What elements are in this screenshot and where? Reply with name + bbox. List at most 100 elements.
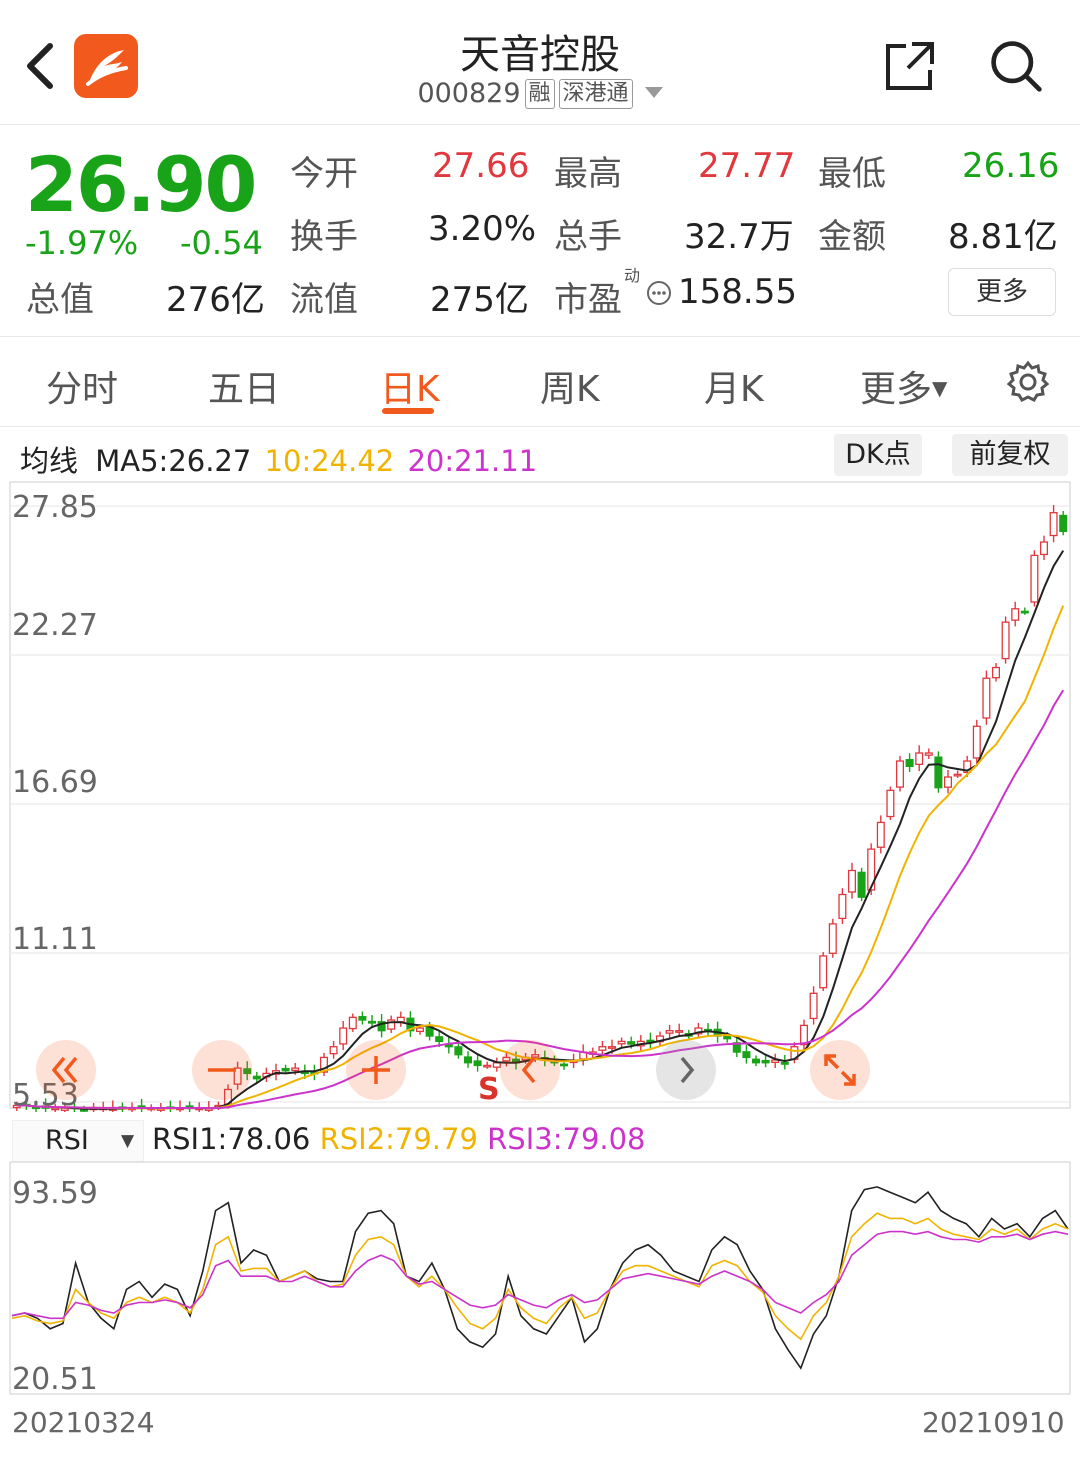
ma-legend: 均线 MA5:26.27 10:24.42 20:21.11	[20, 438, 537, 480]
connect-tag: 深港通	[558, 79, 633, 109]
fullscreen-icon[interactable]	[808, 1038, 872, 1102]
rsi-y-bottom: 20.51	[12, 1362, 98, 1397]
current-price: 26.90	[25, 140, 257, 229]
indicator-selector-label: RSI	[45, 1125, 89, 1156]
candle-body	[617, 1040, 626, 1045]
rsi-legend: RSI1:78.06 RSI2:79.79 RSI3:79.08	[152, 1122, 646, 1156]
candle-body	[1020, 610, 1029, 614]
candle-body	[934, 756, 943, 789]
search-icon[interactable]	[988, 38, 1044, 94]
divider	[0, 336, 1080, 337]
candle-body	[886, 789, 895, 818]
low-value: 26.16	[962, 146, 1060, 186]
turnover-value: 3.20%	[428, 209, 537, 249]
pe-dynamic-mark: 动	[624, 266, 641, 285]
candle-body	[761, 1059, 770, 1064]
rsi2-line	[11, 1212, 1069, 1341]
low-label: 最低	[818, 154, 886, 194]
candle-body	[982, 677, 991, 719]
candle-body	[415, 1027, 425, 1033]
open-value: 27.66	[432, 146, 530, 186]
divider	[0, 426, 1080, 427]
pe-label: 市盈	[554, 280, 622, 320]
candle-body	[627, 1041, 636, 1045]
candle-body	[924, 752, 933, 756]
candle-body	[1039, 541, 1049, 556]
settings-gear-icon[interactable]	[1006, 360, 1050, 404]
candle-body	[252, 1075, 261, 1080]
ma20-value: 20:21.11	[407, 444, 538, 478]
tab-daily-k[interactable]: 日K	[380, 360, 440, 412]
tab-more[interactable]: 更多▼	[860, 360, 947, 412]
dk-point-button[interactable]: DK点	[834, 434, 922, 476]
total-value: 276亿	[166, 280, 265, 320]
total-value-label: 总值	[26, 280, 94, 320]
ma5-line	[16, 550, 1065, 1110]
candle-body	[396, 1016, 405, 1023]
float-value: 275亿	[430, 280, 529, 320]
candle-body	[367, 1020, 377, 1024]
candle-body	[857, 871, 866, 898]
candle-body	[972, 725, 981, 759]
tab-intraday[interactable]: 分时	[46, 360, 118, 412]
high-label: 最高	[554, 154, 622, 194]
candle-body	[943, 776, 953, 788]
adjustment-button[interactable]: 前复权	[952, 434, 1068, 476]
zoom-in-icon[interactable]	[344, 1038, 408, 1102]
sell-signal-marker: S	[478, 1072, 500, 1107]
ma-label: 均线	[20, 444, 79, 478]
rsi-chart[interactable]	[0, 1160, 1080, 1396]
tab-more-caret-icon: ▼	[932, 376, 948, 400]
candle-body	[483, 1064, 492, 1068]
chevron-down-icon: ▼	[121, 1131, 135, 1151]
dropdown-caret-icon[interactable]	[644, 87, 663, 98]
tab-five-day[interactable]: 五日	[208, 360, 280, 412]
candle-body	[281, 1067, 290, 1072]
rsi1-line	[11, 1186, 1069, 1370]
active-tab-indicator	[382, 408, 434, 414]
candle-body	[598, 1046, 607, 1051]
scroll-left-fast-icon[interactable]	[34, 1038, 98, 1102]
kline-chart[interactable]	[0, 480, 1080, 1112]
tab-weekly-k[interactable]: 周K	[540, 360, 600, 412]
candle-body	[1011, 608, 1020, 621]
ma5-value: MA5:26.27	[95, 444, 252, 478]
candle-body	[828, 923, 837, 954]
candle-body	[838, 893, 847, 920]
candle-body	[1001, 621, 1010, 660]
indicator-selector[interactable]: RSI ▼	[12, 1120, 144, 1162]
scroll-left-icon[interactable]	[498, 1038, 562, 1102]
candle-body	[358, 1016, 367, 1021]
candle-body	[1049, 512, 1058, 537]
candle-body	[953, 773, 962, 777]
volume-value: 32.7万	[684, 217, 794, 257]
candle-body	[607, 1046, 617, 1049]
candle-body	[895, 760, 905, 788]
info-dots-icon[interactable]	[646, 280, 672, 306]
rsi2-value: RSI2:79.79	[319, 1122, 478, 1156]
candle-body	[329, 1046, 338, 1055]
candle-body	[665, 1030, 674, 1034]
zoom-out-icon[interactable]	[190, 1038, 254, 1102]
scroll-right-icon[interactable]	[654, 1038, 718, 1102]
candle-body	[915, 752, 924, 765]
tab-monthly-k[interactable]: 月K	[704, 360, 764, 412]
candle-body	[780, 1061, 789, 1065]
change-amount: -0.54	[180, 224, 263, 262]
open-label: 今开	[290, 154, 358, 194]
candle-body	[809, 992, 818, 1020]
more-quote-button[interactable]: 更多	[948, 268, 1056, 316]
candle-body	[876, 821, 885, 848]
float-value-label: 流值	[290, 280, 358, 320]
share-icon[interactable]	[882, 38, 938, 94]
candle-body	[348, 1016, 357, 1030]
candle-body	[991, 666, 1001, 679]
kline-y-tick: 22.27	[12, 608, 98, 643]
tab-more-label: 更多	[860, 369, 933, 410]
candle-body	[723, 1035, 732, 1040]
rsi-y-top: 93.59	[12, 1176, 98, 1211]
start-date: 20210324	[12, 1406, 155, 1439]
candle-body	[473, 1060, 482, 1067]
candle-body	[79, 1108, 89, 1112]
top-bar: 天音控股 000829 融深港通	[0, 0, 1080, 125]
